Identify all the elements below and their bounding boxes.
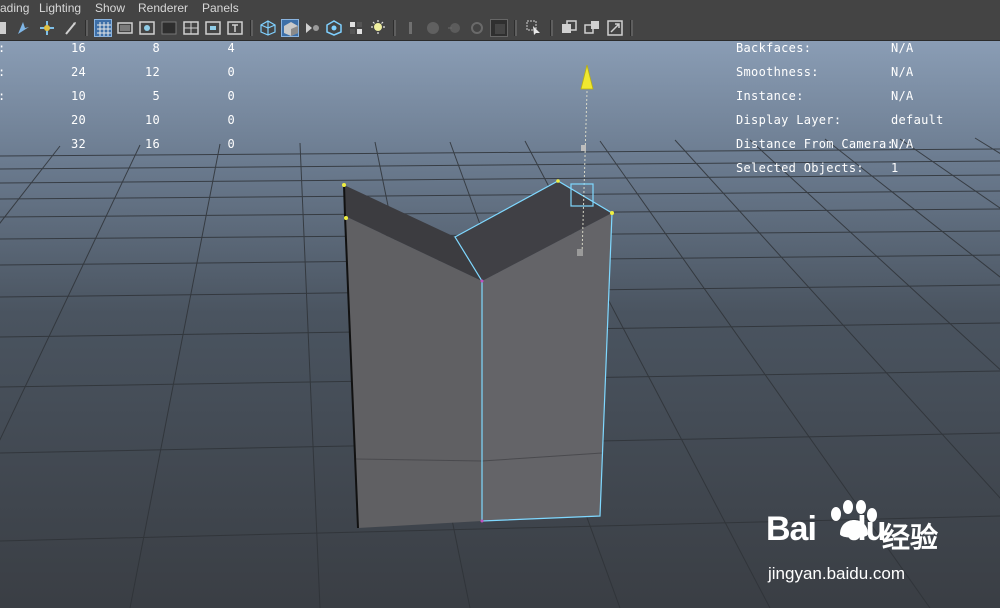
- hud-cell: 20: [70, 113, 86, 127]
- hud-row-label: :: [0, 89, 6, 103]
- toolbar-separator: [550, 20, 553, 36]
- anti-alias-icon[interactable]: [468, 19, 486, 37]
- backface-icon[interactable]: [606, 19, 624, 37]
- hud-cell: 32: [70, 137, 86, 151]
- hud-cell: 12: [144, 65, 160, 79]
- hud-value-selected-objects: 1: [891, 161, 899, 175]
- menu-panels[interactable]: Panels: [202, 1, 239, 15]
- smooth-shade-icon[interactable]: [281, 19, 299, 37]
- vertex-handle[interactable]: [480, 279, 484, 283]
- vertex-handle[interactable]: [342, 183, 346, 187]
- hud-value-display-layer: default: [891, 113, 944, 127]
- toolbar-separator: [250, 20, 253, 36]
- baidu-jingyan-watermark: Bai du 经验 jingyan.baidu.com: [766, 500, 986, 590]
- menu-show[interactable]: Show: [95, 1, 125, 15]
- vertex-handle[interactable]: [480, 519, 484, 523]
- watermark-jingyan-text: 经验: [882, 522, 939, 553]
- watermark-url: jingyan.baidu.com: [768, 564, 906, 583]
- hud-cell: 16: [70, 41, 86, 55]
- shadows-icon[interactable]: [402, 19, 420, 37]
- move-tool-icon[interactable]: [38, 19, 56, 37]
- vertex-handle[interactable]: [610, 211, 614, 215]
- hud-cell: 8: [152, 41, 160, 55]
- depth-of-field-icon[interactable]: [490, 19, 508, 37]
- hud-label-display-layer: Display Layer:: [736, 113, 842, 127]
- hud-label-backfaces: Backfaces:: [736, 41, 812, 55]
- safe-action-icon[interactable]: [204, 19, 222, 37]
- hud-value-instance: N/A: [891, 89, 914, 103]
- vertex-handle[interactable]: [556, 179, 560, 183]
- wireframe-icon[interactable]: [259, 19, 277, 37]
- menu-shading[interactable]: ading: [0, 1, 29, 15]
- hud-row-label: :: [0, 41, 6, 55]
- default-material-icon[interactable]: [303, 19, 321, 37]
- hud-value-backfaces: N/A: [891, 41, 914, 55]
- hud-value-distance-from-camera: N/A: [891, 137, 914, 151]
- hud-label-instance: Instance:: [736, 89, 804, 103]
- hud-label-selected-objects: Selected Objects:: [736, 161, 864, 175]
- manipulator-center-handle[interactable]: [577, 249, 583, 256]
- hud-cell: 10: [144, 113, 160, 127]
- hud-label-smoothness: Smoothness:: [736, 65, 819, 79]
- xray-active-icon[interactable]: [560, 19, 578, 37]
- script-tool-icon[interactable]: [62, 19, 80, 37]
- field-chart-icon[interactable]: [182, 19, 200, 37]
- hud-cell: 0: [227, 113, 235, 127]
- isolate-select-icon[interactable]: [525, 19, 543, 37]
- hud-value-smoothness: N/A: [891, 65, 914, 79]
- vertex-handle[interactable]: [344, 216, 348, 220]
- ambient-occlusion-icon[interactable]: [424, 19, 442, 37]
- hud-cell: 0: [227, 137, 235, 151]
- motion-blur-icon[interactable]: [446, 19, 464, 37]
- viewport-toolbar: [0, 16, 1000, 41]
- textured-icon[interactable]: [347, 19, 365, 37]
- watermark-logo-text: Bai du: [766, 510, 886, 548]
- manipulator-y-scale-handle[interactable]: [581, 145, 586, 151]
- hud-cell: 16: [144, 137, 160, 151]
- hud-cell: 24: [70, 65, 86, 79]
- toolbar-separator: [514, 20, 517, 36]
- gate-mask-icon[interactable]: [160, 19, 178, 37]
- menu-lighting[interactable]: Lighting: [39, 1, 81, 15]
- hud-cell: 10: [70, 89, 86, 103]
- toolbar-separator: [630, 20, 633, 36]
- toolbar-separator: [85, 20, 88, 36]
- manipulator-y-arrow-icon[interactable]: [580, 64, 594, 90]
- select-tool-icon[interactable]: [0, 19, 12, 37]
- hud-row-label: :: [0, 65, 6, 79]
- hud-cell: 0: [227, 65, 235, 79]
- menu-renderer[interactable]: Renderer: [138, 1, 188, 15]
- xray-icon[interactable]: [325, 19, 343, 37]
- safe-title-icon[interactable]: [226, 19, 244, 37]
- viewport-menu-bar: ading Lighting Show Renderer Panels: [0, 0, 1000, 16]
- hud-cell: 4: [227, 41, 235, 55]
- polygon-mesh[interactable]: [342, 179, 614, 529]
- resolution-gate-icon[interactable]: [138, 19, 156, 37]
- xray-joints-icon[interactable]: [583, 19, 601, 37]
- paint-tool-icon[interactable]: [14, 19, 32, 37]
- hud-label-distance-from-camera: Distance From Camera:: [736, 137, 895, 151]
- hud-cell: 0: [227, 89, 235, 103]
- film-gate-icon[interactable]: [116, 19, 134, 37]
- hud-cell: 5: [152, 89, 160, 103]
- grid-icon[interactable]: [94, 19, 112, 37]
- toolbar-separator: [393, 20, 396, 36]
- lights-icon[interactable]: [369, 19, 387, 37]
